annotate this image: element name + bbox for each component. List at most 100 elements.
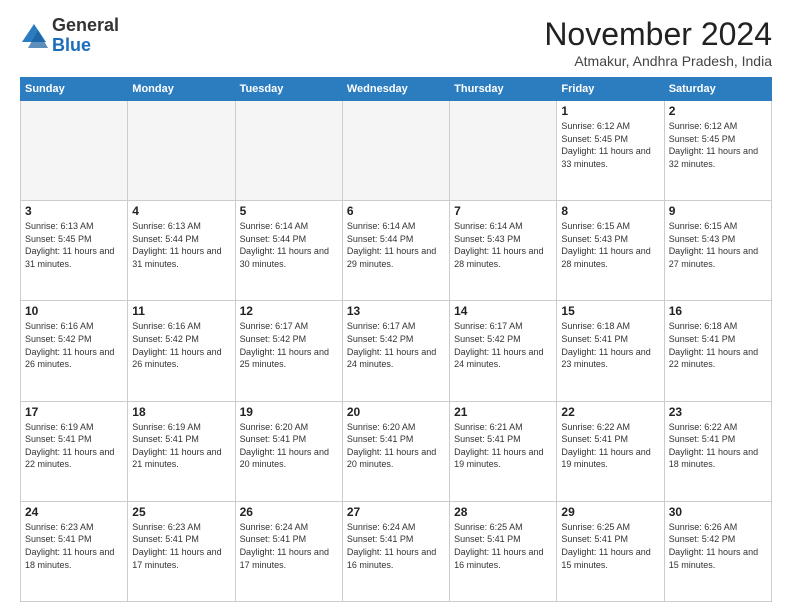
day-info: Sunrise: 6:22 AMSunset: 5:41 PMDaylight:… bbox=[561, 421, 659, 471]
calendar-cell: 26 Sunrise: 6:24 AMSunset: 5:41 PMDayligh… bbox=[235, 501, 342, 601]
title-block: November 2024 Atmakur, Andhra Pradesh, I… bbox=[544, 16, 772, 69]
day-number: 1 bbox=[561, 104, 659, 118]
day-info: Sunrise: 6:12 AMSunset: 5:45 PMDaylight:… bbox=[561, 120, 659, 170]
calendar-cell: 19Sunrise: 6:20 AMSunset: 5:41 PMDayligh… bbox=[235, 401, 342, 501]
day-number: 2 bbox=[669, 104, 767, 118]
day-info: Sunrise: 6:18 AMSunset: 5:41 PMDaylight:… bbox=[669, 320, 767, 370]
day-number: 10 bbox=[25, 304, 123, 318]
day-number: 27 bbox=[347, 505, 445, 519]
calendar-cell: 27 Sunrise: 6:24 AMSunset: 5:41 PMDayligh… bbox=[342, 501, 449, 601]
logo-text: General Blue bbox=[52, 16, 119, 56]
calendar-cell bbox=[21, 101, 128, 201]
week-row-2: 3 Sunrise: 6:13 AMSunset: 5:45 PMDaylight… bbox=[21, 201, 772, 301]
calendar-cell: 5 Sunrise: 6:14 AMSunset: 5:44 PMDaylight… bbox=[235, 201, 342, 301]
day-info: Sunrise: 6:21 AMSunset: 5:41 PMDaylight:… bbox=[454, 421, 552, 471]
week-row-4: 17 Sunrise: 6:19 AMSunset: 5:41 PMDayligh… bbox=[21, 401, 772, 501]
calendar-cell: 4 Sunrise: 6:13 AMSunset: 5:44 PMDaylight… bbox=[128, 201, 235, 301]
calendar-cell bbox=[342, 101, 449, 201]
calendar-cell: 10Sunrise: 6:16 AMSunset: 5:42 PMDayligh… bbox=[21, 301, 128, 401]
day-number: 4 bbox=[132, 204, 230, 218]
day-info: Sunrise: 6:25 AMSunset: 5:41 PMDaylight:… bbox=[454, 521, 552, 571]
day-number: 13 bbox=[347, 304, 445, 318]
calendar-cell: 11 Sunrise: 6:16 AMSunset: 5:42 PMDayligh… bbox=[128, 301, 235, 401]
day-number: 16 bbox=[669, 304, 767, 318]
day-number: 23 bbox=[669, 405, 767, 419]
day-info: Sunrise: 6:20 AMSunset: 5:41 PMDaylight:… bbox=[347, 421, 445, 471]
day-info: Sunrise: 6:17 AMSunset: 5:42 PMDaylight:… bbox=[454, 320, 552, 370]
day-info: Sunrise: 6:25 AMSunset: 5:41 PMDaylight:… bbox=[561, 521, 659, 571]
day-number: 17 bbox=[25, 405, 123, 419]
calendar-cell: 15Sunrise: 6:18 AMSunset: 5:41 PMDayligh… bbox=[557, 301, 664, 401]
day-number: 30 bbox=[669, 505, 767, 519]
week-row-5: 24Sunrise: 6:23 AMSunset: 5:41 PMDayligh… bbox=[21, 501, 772, 601]
day-info: Sunrise: 6:19 AMSunset: 5:41 PMDaylight:… bbox=[25, 421, 123, 471]
day-info: Sunrise: 6:15 AMSunset: 5:43 PMDaylight:… bbox=[561, 220, 659, 270]
weekday-header-row: SundayMondayTuesdayWednesdayThursdayFrid… bbox=[21, 78, 772, 101]
day-number: 3 bbox=[25, 204, 123, 218]
month-title: November 2024 bbox=[544, 16, 772, 53]
day-number: 11 bbox=[132, 304, 230, 318]
calendar-cell: 28 Sunrise: 6:25 AMSunset: 5:41 PMDayligh… bbox=[450, 501, 557, 601]
day-number: 21 bbox=[454, 405, 552, 419]
header: General Blue November 2024 Atmakur, Andh… bbox=[20, 16, 772, 69]
logo-blue-text: Blue bbox=[52, 35, 91, 55]
calendar-cell: 17 Sunrise: 6:19 AMSunset: 5:41 PMDayligh… bbox=[21, 401, 128, 501]
day-number: 26 bbox=[240, 505, 338, 519]
day-number: 5 bbox=[240, 204, 338, 218]
day-info: Sunrise: 6:13 AMSunset: 5:45 PMDaylight:… bbox=[25, 220, 123, 270]
calendar-cell: 29 Sunrise: 6:25 AMSunset: 5:41 PMDayligh… bbox=[557, 501, 664, 601]
calendar-cell: 25 Sunrise: 6:23 AMSunset: 5:41 PMDayligh… bbox=[128, 501, 235, 601]
weekday-header-thursday: Thursday bbox=[450, 78, 557, 101]
calendar-cell: 6Sunrise: 6:14 AMSunset: 5:44 PMDaylight… bbox=[342, 201, 449, 301]
day-number: 7 bbox=[454, 204, 552, 218]
logo-general-text: General bbox=[52, 15, 119, 35]
day-info: Sunrise: 6:14 AMSunset: 5:44 PMDaylight:… bbox=[240, 220, 338, 270]
calendar-cell: 14 Sunrise: 6:17 AMSunset: 5:42 PMDayligh… bbox=[450, 301, 557, 401]
day-number: 25 bbox=[132, 505, 230, 519]
day-number: 22 bbox=[561, 405, 659, 419]
weekday-header-monday: Monday bbox=[128, 78, 235, 101]
day-number: 12 bbox=[240, 304, 338, 318]
calendar-cell: 30 Sunrise: 6:26 AMSunset: 5:42 PMDayligh… bbox=[664, 501, 771, 601]
day-info: Sunrise: 6:17 AMSunset: 5:42 PMDaylight:… bbox=[347, 320, 445, 370]
week-row-1: 1 Sunrise: 6:12 AMSunset: 5:45 PMDaylight… bbox=[21, 101, 772, 201]
day-info: Sunrise: 6:15 AMSunset: 5:43 PMDaylight:… bbox=[669, 220, 767, 270]
day-info: Sunrise: 6:12 AMSunset: 5:45 PMDaylight:… bbox=[669, 120, 767, 170]
day-info: Sunrise: 6:18 AMSunset: 5:41 PMDaylight:… bbox=[561, 320, 659, 370]
calendar-cell bbox=[235, 101, 342, 201]
day-info: Sunrise: 6:23 AMSunset: 5:41 PMDaylight:… bbox=[25, 521, 123, 571]
calendar-cell: 1 Sunrise: 6:12 AMSunset: 5:45 PMDaylight… bbox=[557, 101, 664, 201]
calendar-cell: 3 Sunrise: 6:13 AMSunset: 5:45 PMDaylight… bbox=[21, 201, 128, 301]
day-number: 29 bbox=[561, 505, 659, 519]
day-info: Sunrise: 6:16 AMSunset: 5:42 PMDaylight:… bbox=[132, 320, 230, 370]
day-number: 18 bbox=[132, 405, 230, 419]
day-info: Sunrise: 6:24 AMSunset: 5:41 PMDaylight:… bbox=[347, 521, 445, 571]
day-info: Sunrise: 6:20 AMSunset: 5:41 PMDaylight:… bbox=[240, 421, 338, 471]
calendar-cell: 16 Sunrise: 6:18 AMSunset: 5:41 PMDayligh… bbox=[664, 301, 771, 401]
calendar-cell: 9 Sunrise: 6:15 AMSunset: 5:43 PMDaylight… bbox=[664, 201, 771, 301]
weekday-header-sunday: Sunday bbox=[21, 78, 128, 101]
weekday-header-wednesday: Wednesday bbox=[342, 78, 449, 101]
day-info: Sunrise: 6:13 AMSunset: 5:44 PMDaylight:… bbox=[132, 220, 230, 270]
calendar-cell bbox=[128, 101, 235, 201]
day-info: Sunrise: 6:26 AMSunset: 5:42 PMDaylight:… bbox=[669, 521, 767, 571]
calendar-table: SundayMondayTuesdayWednesdayThursdayFrid… bbox=[20, 77, 772, 602]
calendar-cell: 8Sunrise: 6:15 AMSunset: 5:43 PMDaylight… bbox=[557, 201, 664, 301]
week-row-3: 10 Sunrise: 6:16 AMSunset: 5:42 PMDayligh… bbox=[21, 301, 772, 401]
day-number: 28 bbox=[454, 505, 552, 519]
day-number: 9 bbox=[669, 204, 767, 218]
calendar-cell: 7Sunrise: 6:14 AMSunset: 5:43 PMDaylight… bbox=[450, 201, 557, 301]
day-info: Sunrise: 6:19 AMSunset: 5:41 PMDaylight:… bbox=[132, 421, 230, 471]
calendar-cell: 13 Sunrise: 6:17 AMSunset: 5:42 PMDayligh… bbox=[342, 301, 449, 401]
weekday-header-saturday: Saturday bbox=[664, 78, 771, 101]
logo: General Blue bbox=[20, 16, 119, 56]
calendar-cell: 21 Sunrise: 6:21 AMSunset: 5:41 PMDayligh… bbox=[450, 401, 557, 501]
page: General Blue November 2024 Atmakur, Andh… bbox=[0, 0, 792, 612]
calendar-cell: 18 Sunrise: 6:19 AMSunset: 5:41 PMDayligh… bbox=[128, 401, 235, 501]
day-info: Sunrise: 6:23 AMSunset: 5:41 PMDaylight:… bbox=[132, 521, 230, 571]
calendar-cell: 24Sunrise: 6:23 AMSunset: 5:41 PMDayligh… bbox=[21, 501, 128, 601]
day-info: Sunrise: 6:24 AMSunset: 5:41 PMDaylight:… bbox=[240, 521, 338, 571]
day-number: 14 bbox=[454, 304, 552, 318]
weekday-header-friday: Friday bbox=[557, 78, 664, 101]
day-number: 20 bbox=[347, 405, 445, 419]
